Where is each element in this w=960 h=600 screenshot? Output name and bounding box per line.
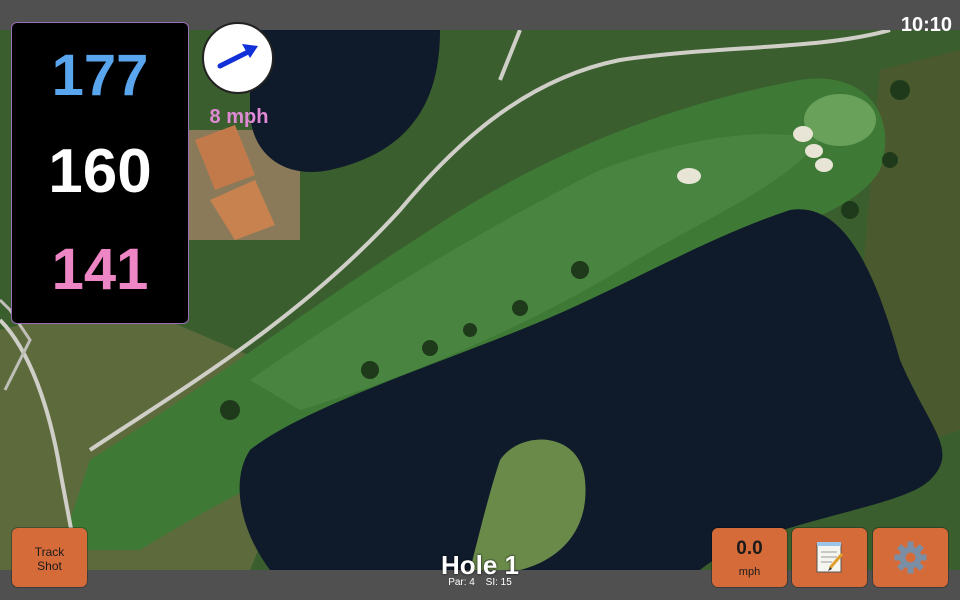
speed-unit: mph <box>738 566 761 578</box>
wind-speed: 8 mph <box>209 106 269 128</box>
gear-icon <box>894 541 927 574</box>
track-shot-label-line1: Track <box>34 545 65 559</box>
distance-panel: 177 160 141 <box>11 22 189 324</box>
track-shot-label-line2: Shot <box>37 559 62 573</box>
front-distance: 141 <box>51 237 149 302</box>
hole-info: Par: 4 SI: 15 <box>380 577 580 588</box>
settings-button[interactable] <box>873 528 948 587</box>
wind-arrow-icon <box>217 44 258 69</box>
wind-indicator <box>202 22 274 94</box>
track-shot-button[interactable]: Track Shot <box>12 528 87 587</box>
middle-distance: 160 <box>48 137 152 206</box>
speed-button[interactable]: 0.0 mph <box>712 528 787 587</box>
notes-button[interactable] <box>792 528 867 587</box>
back-distance: 177 <box>51 43 149 108</box>
hole-stroke-index: SI: 15 <box>485 577 512 588</box>
hole-par: Par: 4 <box>448 577 475 588</box>
notepad-icon <box>816 542 844 573</box>
status-time: 10:10 <box>900 14 952 36</box>
speed-value: 0.0 <box>736 538 763 559</box>
